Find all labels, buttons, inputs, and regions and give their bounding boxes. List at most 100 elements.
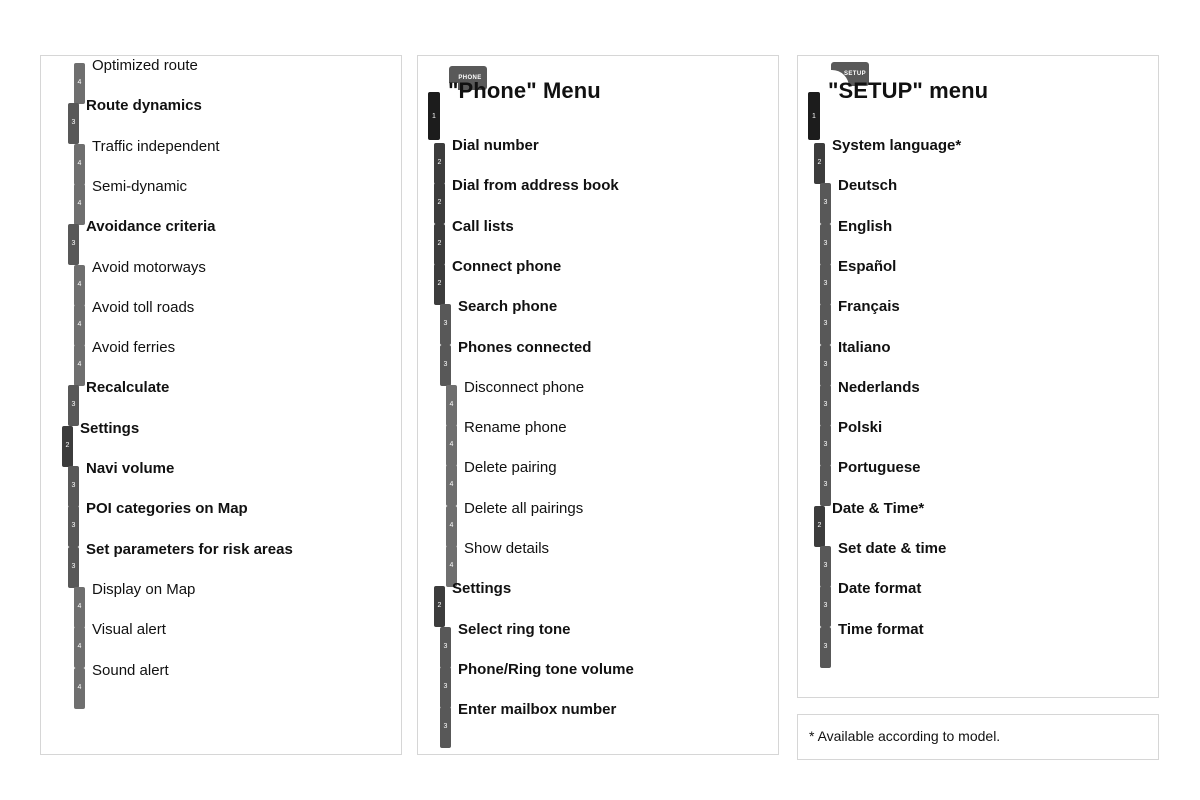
level-number: 2	[437, 199, 442, 206]
menu-item-label: Visual alert	[92, 621, 166, 638]
badge-label: SETUP	[843, 71, 866, 77]
menu-item-label: POI categories on Map	[86, 500, 248, 517]
level-number: 3	[823, 361, 828, 368]
level-3-indicator: 3	[820, 546, 831, 587]
level-number: 3	[443, 683, 448, 690]
level-3-indicator: 3	[68, 466, 79, 507]
level-number: 3	[71, 119, 76, 126]
level-3-indicator: 3	[820, 264, 831, 305]
menu-item-label: English	[838, 218, 893, 235]
level-3-indicator: 3	[68, 103, 79, 144]
level-number: 3	[443, 723, 448, 730]
level-3-indicator: 3	[440, 707, 451, 748]
menu-title-label: "Phone" Menu	[448, 78, 601, 103]
level-number: 3	[823, 240, 828, 247]
menu-item-label: Deutsch	[838, 177, 898, 194]
level-4-indicator: 4	[74, 668, 85, 709]
level-3-indicator: 3	[820, 586, 831, 627]
menu-item-label: Delete pairing	[464, 459, 557, 476]
menu-item-label: Navi volume	[86, 460, 175, 477]
level-2-indicator: 2	[434, 143, 445, 184]
level-number: 4	[77, 643, 82, 650]
level-number: 4	[449, 441, 454, 448]
level-2-indicator: 2	[814, 143, 825, 184]
level-3-indicator: 3	[440, 627, 451, 668]
level-number: 4	[77, 281, 82, 288]
menu-item-label: Avoid motorways	[92, 259, 206, 276]
level-number: 2	[817, 522, 822, 529]
level-number: 3	[823, 280, 828, 287]
level-number: 4	[449, 481, 454, 488]
level-3-indicator: 3	[68, 385, 79, 426]
level-3-indicator: 3	[68, 506, 79, 547]
menu-title-label: "SETUP" menu	[828, 78, 989, 103]
level-number: 2	[437, 240, 442, 247]
level-number: 2	[437, 159, 442, 166]
menu-item-label: Call lists	[452, 218, 514, 235]
level-4-indicator: 4	[74, 184, 85, 225]
menu-item-label: Rename phone	[464, 419, 567, 436]
menu-item-label: Sound alert	[92, 662, 169, 679]
menu-item-label: Traffic independent	[92, 138, 220, 155]
navigation-menu-panel	[40, 55, 402, 755]
level-4-indicator: 4	[74, 587, 85, 628]
menu-item-label: Avoid toll roads	[92, 299, 195, 316]
level-4-indicator: 4	[74, 144, 85, 185]
level-number: 3	[443, 643, 448, 650]
menu-item-label: Show details	[464, 540, 550, 557]
menu-item-label: Connect phone	[452, 258, 562, 275]
footnote-text: * Available according to model.	[809, 728, 1001, 744]
menu-item-label: System language*	[832, 137, 962, 154]
level-3-indicator: 3	[820, 425, 831, 466]
level-number: 4	[77, 361, 82, 368]
level-3-indicator: 3	[820, 345, 831, 386]
level-number: 2	[437, 602, 442, 609]
menu-item-label: Select ring tone	[458, 621, 571, 638]
level-3-indicator: 3	[820, 183, 831, 224]
level-3-indicator: 3	[440, 304, 451, 345]
menu-item-label: Avoid ferries	[92, 339, 176, 356]
level-number: 4	[77, 160, 82, 167]
phone-menu-panel	[417, 55, 779, 755]
menu-item-label: Italiano	[838, 339, 891, 356]
menu-item-label: Français	[838, 298, 900, 315]
menu-item-label: Nederlands	[838, 379, 920, 396]
level-number: 2	[65, 442, 70, 449]
menu-item-label: Disconnect phone	[464, 379, 585, 396]
level-number: 3	[443, 361, 448, 368]
menu-item-label: Dial number	[452, 137, 539, 154]
menu-item-label: Set parameters for risk areas	[86, 541, 293, 558]
menu-item-label: Time format	[838, 621, 924, 638]
menu-item-label: Semi-dynamic	[92, 178, 188, 195]
level-number: 4	[449, 562, 454, 569]
level-2-indicator: 2	[434, 264, 445, 305]
level-3-indicator: 3	[820, 224, 831, 265]
level-number: 4	[77, 603, 82, 610]
menu-item-label: Route dynamics	[86, 97, 202, 114]
level-3-indicator: 3	[440, 345, 451, 386]
level-number: 4	[77, 684, 82, 691]
level-number: 4	[77, 321, 82, 328]
level-number: 3	[823, 562, 828, 569]
level-3-indicator: 3	[820, 627, 831, 668]
level-4-indicator: 4	[74, 63, 85, 104]
menu-item-label: Español	[838, 258, 897, 275]
level-1-indicator: 1	[428, 92, 440, 140]
level-number: 2	[817, 159, 822, 166]
level-3-indicator: 3	[68, 547, 79, 588]
level-number: 3	[823, 401, 828, 408]
level-number: 2	[437, 280, 442, 287]
menu-item-label: Dial from address book	[452, 177, 619, 194]
menu-item-label: Avoidance criteria	[86, 218, 216, 235]
menu-item-label: Display on Map	[92, 581, 196, 598]
level-number: 3	[823, 320, 828, 327]
menu-item-label: Date & Time*	[832, 500, 925, 517]
level-4-indicator: 4	[446, 506, 457, 547]
level-number: 4	[449, 522, 454, 529]
level-number: 3	[823, 199, 828, 206]
level-number: 3	[71, 401, 76, 408]
menu-item-label: Settings	[80, 420, 140, 437]
menu-item-label: Recalculate	[86, 379, 170, 396]
level-number: 1	[432, 113, 436, 120]
level-number: 3	[71, 563, 76, 570]
